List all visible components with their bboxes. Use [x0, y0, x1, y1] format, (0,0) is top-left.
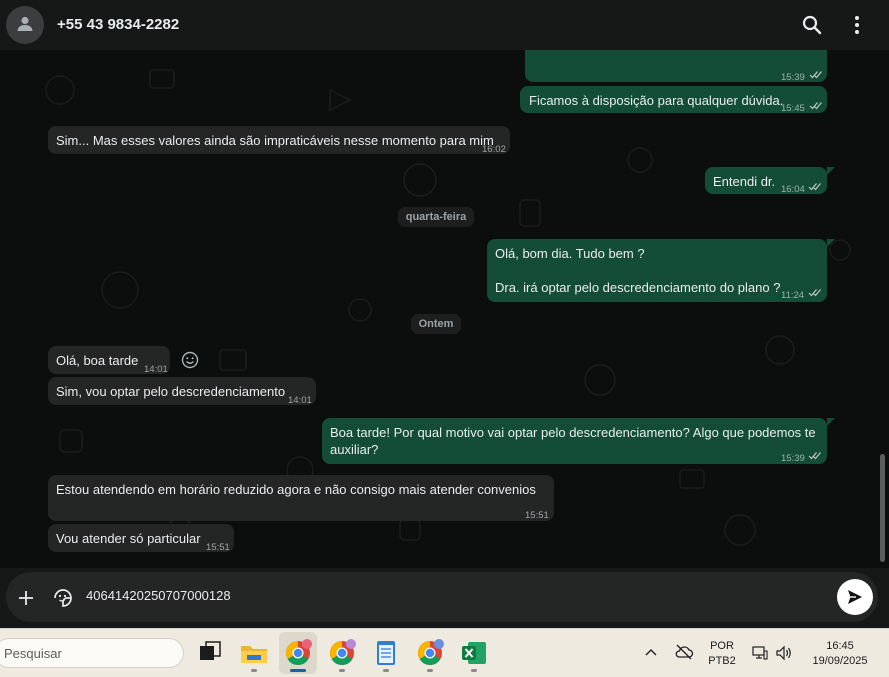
incoming-message[interactable]: Sim, vou optar pelo descredenciamento 14… — [48, 377, 316, 406]
chat-scrollbar[interactable] — [880, 454, 885, 562]
message-text: Olá, boa tarde — [56, 353, 139, 368]
outgoing-message[interactable]: Entendi dr. 16:04 — [705, 167, 827, 195]
excel-icon[interactable] — [458, 637, 490, 669]
message-time: 14:01 — [288, 395, 312, 406]
double-check-icon — [808, 183, 821, 191]
running-indicator — [427, 669, 433, 672]
outgoing-message[interactable]: Olá, bom dia. Tudo bem ? Dra. irá optar … — [487, 239, 827, 302]
windows-taskbar: Pesquisar POR PTB2 16:45 19/09/2025 — [0, 628, 889, 677]
message-text: Sim, vou optar pelo descredenciamento — [56, 384, 286, 399]
message-time: 16:04 — [781, 184, 805, 195]
bubble-tail — [827, 418, 835, 426]
message-time: 15:51 — [525, 510, 549, 521]
message-composer: 40641420250707000128 — [0, 568, 889, 628]
double-check-icon — [809, 102, 822, 110]
running-indicator — [339, 669, 345, 672]
message-input-box[interactable]: 40641420250707000128 — [6, 572, 878, 622]
send-button[interactable] — [837, 579, 873, 615]
message-text: Dra. irá optar pelo descredenciamento do… — [495, 280, 781, 295]
chevron-up-icon[interactable] — [644, 647, 658, 657]
bubble-tail — [827, 167, 835, 175]
clock-time: 16:45 — [826, 640, 854, 652]
message-text: Boa tarde! Por qual motivo vai optar pel… — [330, 425, 816, 440]
message-time: 14:01 — [144, 364, 168, 375]
clock[interactable]: 16:45 19/09/2025 — [802, 639, 878, 669]
contact-avatar[interactable] — [6, 6, 44, 44]
search-icon[interactable] — [800, 13, 824, 37]
message-time: 15:45 — [781, 103, 805, 114]
double-check-icon — [808, 452, 821, 460]
date-separator: quarta-feira — [398, 207, 474, 227]
incoming-message[interactable]: Vou atender só particular 15:51 — [48, 524, 234, 553]
notepad-icon[interactable] — [370, 637, 402, 669]
message-text: Estou atendendo em horário reduzido agor… — [56, 482, 536, 497]
language-code: POR — [710, 640, 734, 652]
message-text: Olá, bom dia. Tudo bem ? — [495, 246, 645, 261]
search-placeholder: Pesquisar — [4, 646, 62, 661]
message-time: 11:24 — [781, 290, 805, 301]
chrome-profile-icon[interactable] — [326, 637, 358, 669]
chrome-icon[interactable] — [282, 637, 314, 669]
incoming-message[interactable]: Estou atendendo em horário reduzido agor… — [48, 475, 554, 521]
plus-icon[interactable] — [18, 590, 34, 606]
running-indicator — [290, 669, 306, 672]
message-time: 16:02 — [482, 144, 506, 155]
message-text: Ficamos à disposição para qualquer dúvid… — [529, 93, 784, 108]
chrome-profile-icon[interactable] — [414, 637, 446, 669]
message-text: Sim... Mas esses valores ainda são impra… — [56, 133, 494, 148]
message-input[interactable]: 40641420250707000128 — [86, 588, 231, 603]
message-time: 15:51 — [206, 542, 230, 553]
message-text: Entendi dr. — [713, 174, 776, 189]
emoji-reaction-icon[interactable] — [181, 351, 199, 369]
outgoing-message[interactable]: Ficamos à disposição para qualquer dúvid… — [520, 86, 827, 114]
menu-dots-icon[interactable] — [845, 13, 869, 37]
file-explorer-icon[interactable] — [238, 637, 270, 669]
bubble-tail — [827, 239, 835, 247]
clock-date: 19/09/2025 — [812, 655, 868, 667]
running-indicator — [383, 669, 389, 672]
send-icon — [848, 590, 862, 604]
chat-header: +55 43 9834-2282 — [0, 0, 889, 50]
volume-icon[interactable] — [775, 644, 793, 662]
task-view-icon[interactable] — [194, 637, 226, 669]
input-language[interactable]: POR PTB2 — [705, 639, 739, 669]
double-check-icon — [809, 71, 822, 79]
taskbar-search[interactable]: Pesquisar — [0, 638, 184, 668]
message-text: Vou atender só particular — [56, 531, 201, 546]
keyboard-layout: PTB2 — [708, 655, 736, 667]
contact-name[interactable]: +55 43 9834-2282 — [57, 16, 179, 33]
date-separator: Ontem — [411, 314, 461, 334]
cloud-offline-icon[interactable] — [674, 643, 694, 661]
incoming-message[interactable]: Olá, boa tarde 14:01 — [48, 346, 170, 375]
person-icon — [17, 16, 33, 31]
sticker-icon[interactable] — [52, 587, 74, 609]
network-icon[interactable] — [751, 644, 769, 662]
outgoing-message[interactable]: Boa tarde! Por qual motivo vai optar pel… — [322, 418, 827, 464]
outgoing-message[interactable]: 15:39 — [525, 50, 827, 83]
message-list[interactable]: 15:39 Ficamos à disposição para qualquer… — [0, 50, 889, 568]
incoming-message[interactable]: Sim... Mas esses valores ainda são impra… — [48, 126, 510, 155]
message-time: 15:39 — [781, 72, 805, 83]
message-text: auxiliar? — [330, 442, 379, 457]
message-time: 15:39 — [781, 453, 805, 464]
running-indicator — [471, 669, 477, 672]
running-indicator — [251, 669, 257, 672]
double-check-icon — [808, 289, 821, 297]
